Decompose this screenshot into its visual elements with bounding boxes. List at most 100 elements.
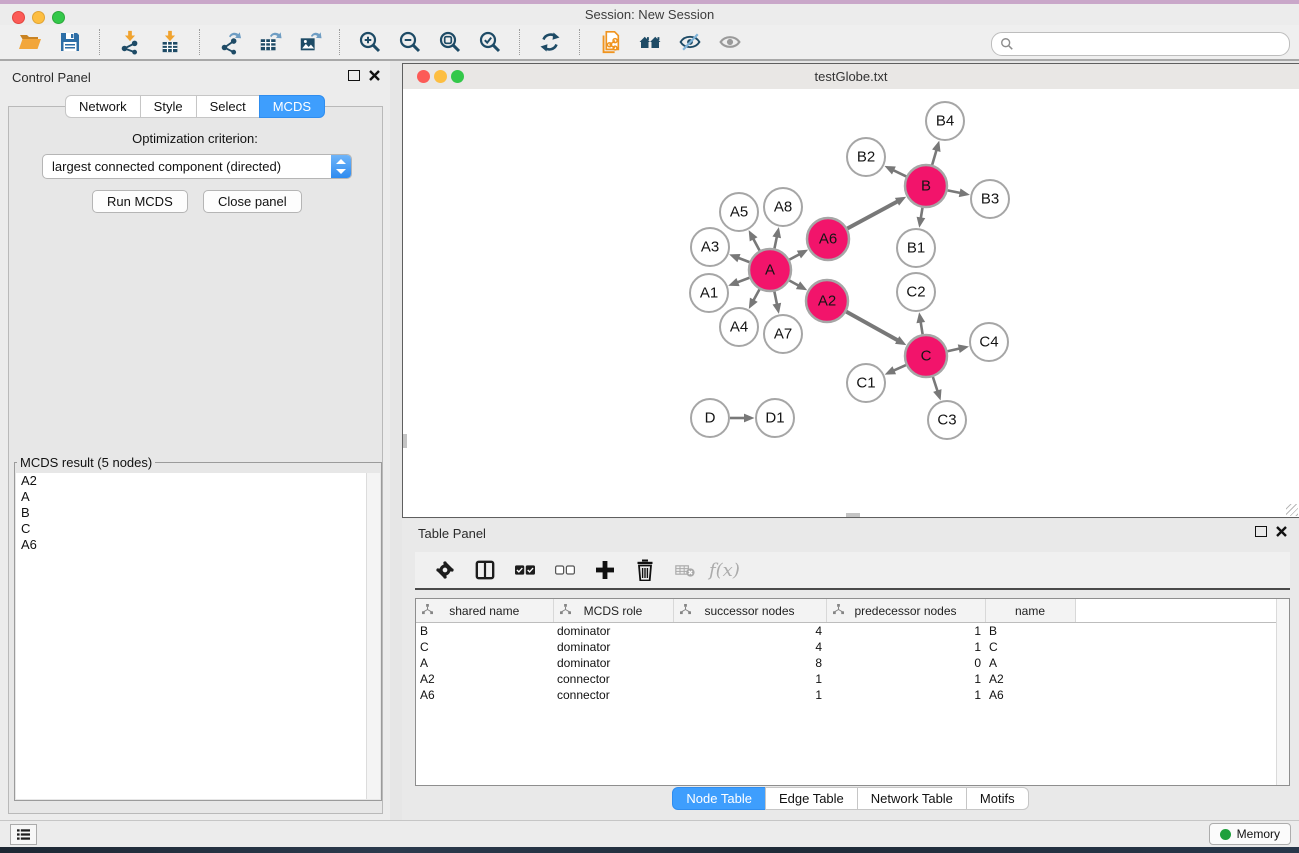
table-cell[interactable]: A6 <box>416 687 553 703</box>
edge-B-B4[interactable] <box>932 150 936 165</box>
tab-node-table[interactable]: Node Table <box>672 787 766 810</box>
result-list-item[interactable]: A2 <box>16 473 367 489</box>
close-table-panel-icon[interactable] <box>1276 526 1287 537</box>
table-cell[interactable]: 4 <box>673 639 826 655</box>
column-header-MCDS-role[interactable]: MCDS role <box>553 599 673 623</box>
edge-A2-C[interactable] <box>846 312 898 341</box>
result-scrollbar[interactable] <box>366 473 380 799</box>
edge-A6-B[interactable] <box>847 201 898 228</box>
table-cell[interactable]: B <box>985 623 1075 640</box>
table-cell[interactable]: 1 <box>673 687 826 703</box>
table-cell[interactable]: 1 <box>826 687 985 703</box>
hide-graphics-details-icon[interactable] <box>672 27 708 57</box>
edge-A-A2[interactable] <box>789 281 799 286</box>
table-cell[interactable]: 8 <box>673 655 826 671</box>
select-all-checkboxes-icon[interactable] <box>509 556 541 584</box>
zoom-fit-icon[interactable] <box>432 27 468 57</box>
edge-B-B3[interactable] <box>948 190 961 193</box>
memory-button[interactable]: Memory <box>1209 823 1291 845</box>
result-list-item[interactable]: A6 <box>16 537 367 553</box>
search-input[interactable] <box>1018 34 1289 54</box>
export-network-icon[interactable] <box>212 27 248 57</box>
deselect-all-checkboxes-icon[interactable] <box>549 556 581 584</box>
table-cell[interactable]: 1 <box>673 671 826 687</box>
column-header-shared-name[interactable]: shared name <box>416 599 553 623</box>
table-row[interactable]: A2connector11A2 <box>416 671 1278 687</box>
edge-B-B2[interactable] <box>893 170 906 176</box>
table-cell[interactable]: A2 <box>985 671 1075 687</box>
toggle-view-icon[interactable] <box>712 27 748 57</box>
table-cell[interactable]: 0 <box>826 655 985 671</box>
optimization-criterion-dropdown[interactable]: largest connected component (directed) <box>42 154 352 179</box>
table-scrollbar[interactable] <box>1276 599 1289 785</box>
table-cell[interactable]: connector <box>553 671 673 687</box>
table-cell[interactable]: C <box>416 639 553 655</box>
tab-network-table[interactable]: Network Table <box>857 787 967 810</box>
edge-A-A8[interactable] <box>774 236 776 248</box>
result-list-item[interactable]: B <box>16 505 367 521</box>
tab-style[interactable]: Style <box>140 95 197 118</box>
table-cell[interactable]: dominator <box>553 623 673 640</box>
table-cell[interactable]: B <box>416 623 553 640</box>
table-cell[interactable]: connector <box>553 687 673 703</box>
zoom-out-icon[interactable] <box>392 27 428 57</box>
table-cell[interactable]: 1 <box>826 639 985 655</box>
run-mcds-button[interactable]: Run MCDS <box>92 190 188 213</box>
table-row[interactable]: Bdominator41B <box>416 623 1278 640</box>
tab-network[interactable]: Network <box>65 95 141 118</box>
tab-edge-table[interactable]: Edge Table <box>765 787 858 810</box>
export-table-icon[interactable] <box>252 27 288 57</box>
close-panel-button[interactable]: Close panel <box>203 190 302 213</box>
edge-B-B1[interactable] <box>921 208 923 219</box>
new-network-from-selection-icon[interactable] <box>592 27 628 57</box>
table-row[interactable]: Adominator80A <box>416 655 1278 671</box>
float-panel-icon[interactable] <box>348 70 360 81</box>
import-table-icon[interactable] <box>152 27 188 57</box>
table-cell[interactable]: dominator <box>553 655 673 671</box>
delete-table-icon[interactable] <box>669 556 701 584</box>
export-image-icon[interactable] <box>292 27 328 57</box>
delete-row-icon[interactable] <box>629 556 661 584</box>
result-list-item[interactable]: A <box>16 489 367 505</box>
tab-select[interactable]: Select <box>196 95 260 118</box>
edge-A-A6[interactable] <box>789 254 799 260</box>
float-table-panel-icon[interactable] <box>1255 526 1267 537</box>
table-options-icon[interactable] <box>429 556 461 584</box>
table-row[interactable]: Cdominator41C <box>416 639 1278 655</box>
mcds-result-list[interactable]: A2ABCA6 <box>16 473 367 799</box>
save-session-icon[interactable] <box>52 27 88 57</box>
edge-C-C3[interactable] <box>933 377 938 392</box>
column-header-name[interactable]: name <box>985 599 1075 623</box>
edge-A-A7[interactable] <box>774 292 777 305</box>
edge-A-A3[interactable] <box>738 258 749 262</box>
table-cell[interactable]: 1 <box>826 671 985 687</box>
zoom-in-icon[interactable] <box>352 27 388 57</box>
close-panel-icon[interactable] <box>369 70 380 81</box>
task-history-button[interactable] <box>10 824 37 845</box>
network-window-titlebar[interactable]: testGlobe.txt <box>403 64 1299 90</box>
edge-C-C1[interactable] <box>893 365 906 371</box>
edge-C-C4[interactable] <box>947 349 959 352</box>
search-field[interactable] <box>991 32 1290 56</box>
table-cell[interactable]: A2 <box>416 671 553 687</box>
table-cell[interactable]: 1 <box>826 623 985 640</box>
table-row[interactable]: A6connector11A6 <box>416 687 1278 703</box>
result-list-item[interactable]: C <box>16 521 367 537</box>
table-cell[interactable]: 4 <box>673 623 826 640</box>
window-resize-handle[interactable] <box>1286 504 1298 516</box>
node-table-grid[interactable]: shared nameMCDS rolesuccessor nodesprede… <box>416 599 1278 703</box>
table-cell[interactable]: A <box>985 655 1075 671</box>
function-builder-icon[interactable]: f(x) <box>709 560 740 581</box>
edge-A-A5[interactable] <box>753 238 759 250</box>
show-columns-icon[interactable] <box>469 556 501 584</box>
first-neighbors-icon[interactable] <box>632 27 668 57</box>
refresh-icon[interactable] <box>532 27 568 57</box>
open-session-icon[interactable] <box>12 27 48 57</box>
add-row-icon[interactable] <box>589 556 621 584</box>
zoom-selected-icon[interactable] <box>472 27 508 57</box>
column-header-predecessor-nodes[interactable]: predecessor nodes <box>826 599 985 623</box>
network-graph[interactable]: B4B2BB3A8A5A6A3B1AC2A1A2A4A7C4CC1C3DD1 <box>403 89 1299 517</box>
tab-mcds[interactable]: MCDS <box>259 95 325 118</box>
table-cell[interactable]: dominator <box>553 639 673 655</box>
table-cell[interactable]: A <box>416 655 553 671</box>
